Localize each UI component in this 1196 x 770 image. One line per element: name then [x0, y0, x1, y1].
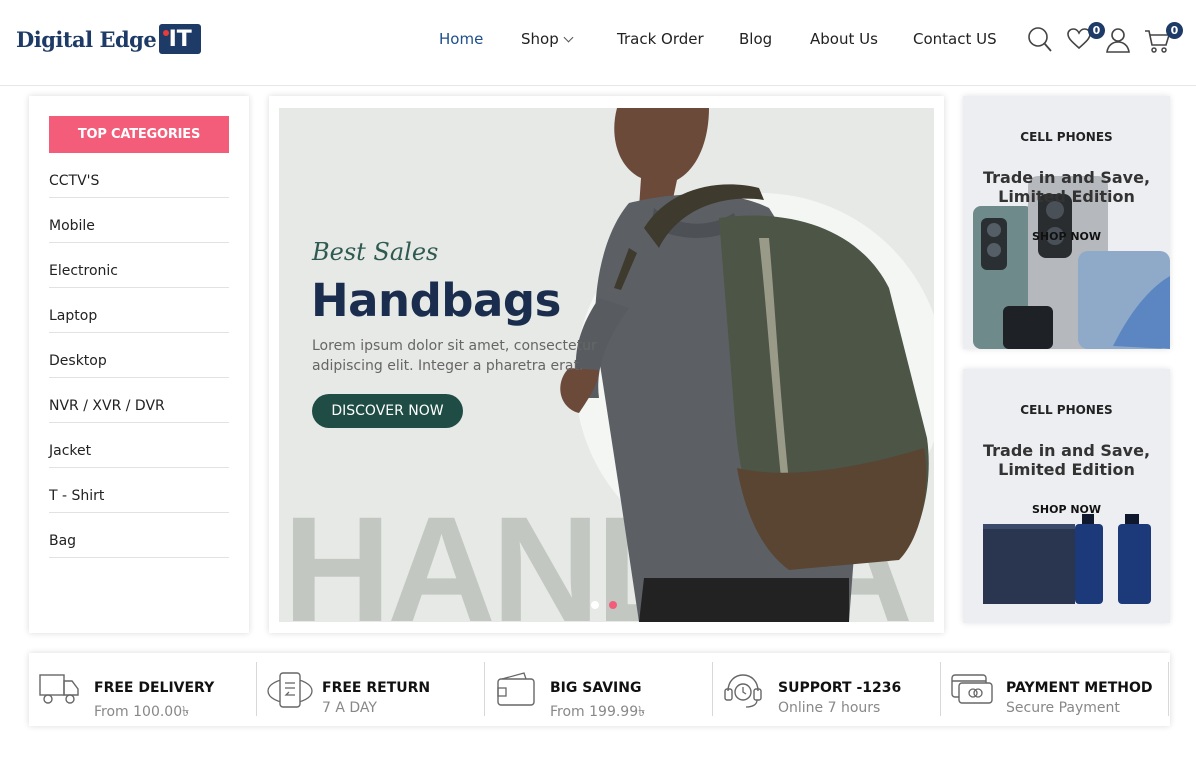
perfume-image	[983, 514, 1151, 604]
cart-count-badge: 0	[1166, 22, 1183, 39]
category-item[interactable]: T - Shirt	[49, 483, 229, 513]
search-icon[interactable]	[1027, 26, 1053, 59]
category-item[interactable]: Jacket	[49, 438, 229, 468]
discover-now-button[interactable]: DISCOVER NOW	[312, 394, 463, 428]
category-item[interactable]: Desktop	[49, 348, 229, 378]
wishlist-button[interactable]: 0	[1066, 22, 1105, 57]
feature-subtitle: Secure Payment	[1006, 700, 1120, 716]
return-icon	[266, 671, 314, 714]
nav-blog[interactable]: Blog	[739, 30, 772, 48]
credit-card-icon	[950, 671, 994, 712]
promo-banner-perfume[interactable]: CELL PHONES Trade in and Save, Limited E…	[963, 369, 1170, 623]
category-sidebar: TOP CATEGORIES CCTV'S Mobile Electronic …	[29, 96, 249, 633]
categories-heading: TOP CATEGORIES	[49, 116, 229, 153]
feature-payment-method: PAYMENT METHOD Secure Payment	[941, 662, 1169, 716]
slider-dot[interactable]	[591, 601, 599, 609]
cart-button[interactable]: 0	[1144, 22, 1183, 59]
nav-track-order[interactable]: Track Order	[617, 30, 704, 48]
nav-shop[interactable]: Shop	[521, 30, 574, 48]
truck-icon	[38, 671, 80, 712]
hero-slide: HANDBA Best Sales Handbags Lorem ipsum d…	[279, 108, 934, 622]
feature-subtitle: From 199.99৳	[550, 704, 646, 720]
hero-model-image	[560, 108, 929, 622]
feature-title: SUPPORT -1236	[778, 680, 902, 696]
banner-title: Trade in and Save, Limited Edition	[982, 168, 1151, 206]
feature-free-delivery: FREE DELIVERY From 100.00৳	[29, 662, 257, 720]
category-item[interactable]: NVR / XVR / DVR	[49, 393, 229, 423]
chevron-down-icon	[563, 32, 574, 43]
nav-about-us[interactable]: About Us	[810, 30, 878, 48]
feature-subtitle: 7 A DAY	[322, 700, 377, 716]
wishlist-count-badge: 0	[1088, 22, 1105, 39]
banner-title: Trade in and Save, Limited Edition	[982, 441, 1151, 479]
feature-support: SUPPORT -1236 Online 7 hours	[713, 662, 941, 716]
hero-slider: HANDBA Best Sales Handbags Lorem ipsum d…	[269, 96, 944, 633]
category-item[interactable]: Laptop	[49, 303, 229, 333]
user-icon[interactable]	[1105, 26, 1131, 59]
feature-title: BIG SAVING	[550, 680, 642, 696]
promo-banner-phones[interactable]: CELL PHONES Trade in and Save, Limited E…	[963, 96, 1170, 349]
category-item[interactable]: CCTV'S	[49, 168, 229, 198]
nav-contact-us[interactable]: Contact US	[913, 30, 997, 48]
nav-home[interactable]: Home	[439, 30, 483, 48]
category-item[interactable]: Electronic	[49, 258, 229, 288]
category-item[interactable]: Bag	[49, 528, 229, 558]
feature-title: PAYMENT METHOD	[1006, 680, 1153, 696]
hero-script-text: Best Sales	[312, 238, 439, 266]
shop-now-link[interactable]: SHOP NOW	[963, 230, 1170, 243]
shop-now-link[interactable]: SHOP NOW	[963, 503, 1170, 516]
wallet-icon	[494, 671, 538, 714]
banner-category: CELL PHONES	[1020, 130, 1113, 144]
headset-icon	[722, 671, 764, 716]
hero-description: Lorem ipsum dolor sit amet, consectetur …	[312, 338, 597, 374]
site-logo[interactable]: Digital Edge IT	[16, 22, 202, 56]
banner-category: CELL PHONES	[1020, 403, 1113, 417]
features-bar: FREE DELIVERY From 100.00৳ FREE RETURN 7…	[29, 653, 1170, 726]
logo-badge: IT	[159, 24, 202, 54]
feature-subtitle: Online 7 hours	[778, 700, 881, 716]
hero-title: Handbags	[311, 274, 561, 327]
logo-text: Digital Edge	[16, 26, 157, 52]
site-header: Digital Edge IT Home Shop Track Order Bl…	[0, 0, 1196, 86]
slider-dot-active[interactable]	[609, 601, 617, 609]
feature-title: FREE RETURN	[322, 680, 431, 696]
feature-title: FREE DELIVERY	[94, 680, 215, 696]
category-item[interactable]: Mobile	[49, 213, 229, 243]
feature-subtitle: From 100.00৳	[94, 704, 190, 720]
feature-free-return: FREE RETURN 7 A DAY	[257, 662, 485, 716]
feature-big-saving: BIG SAVING From 199.99৳	[485, 662, 713, 720]
slider-pagination	[591, 601, 617, 609]
